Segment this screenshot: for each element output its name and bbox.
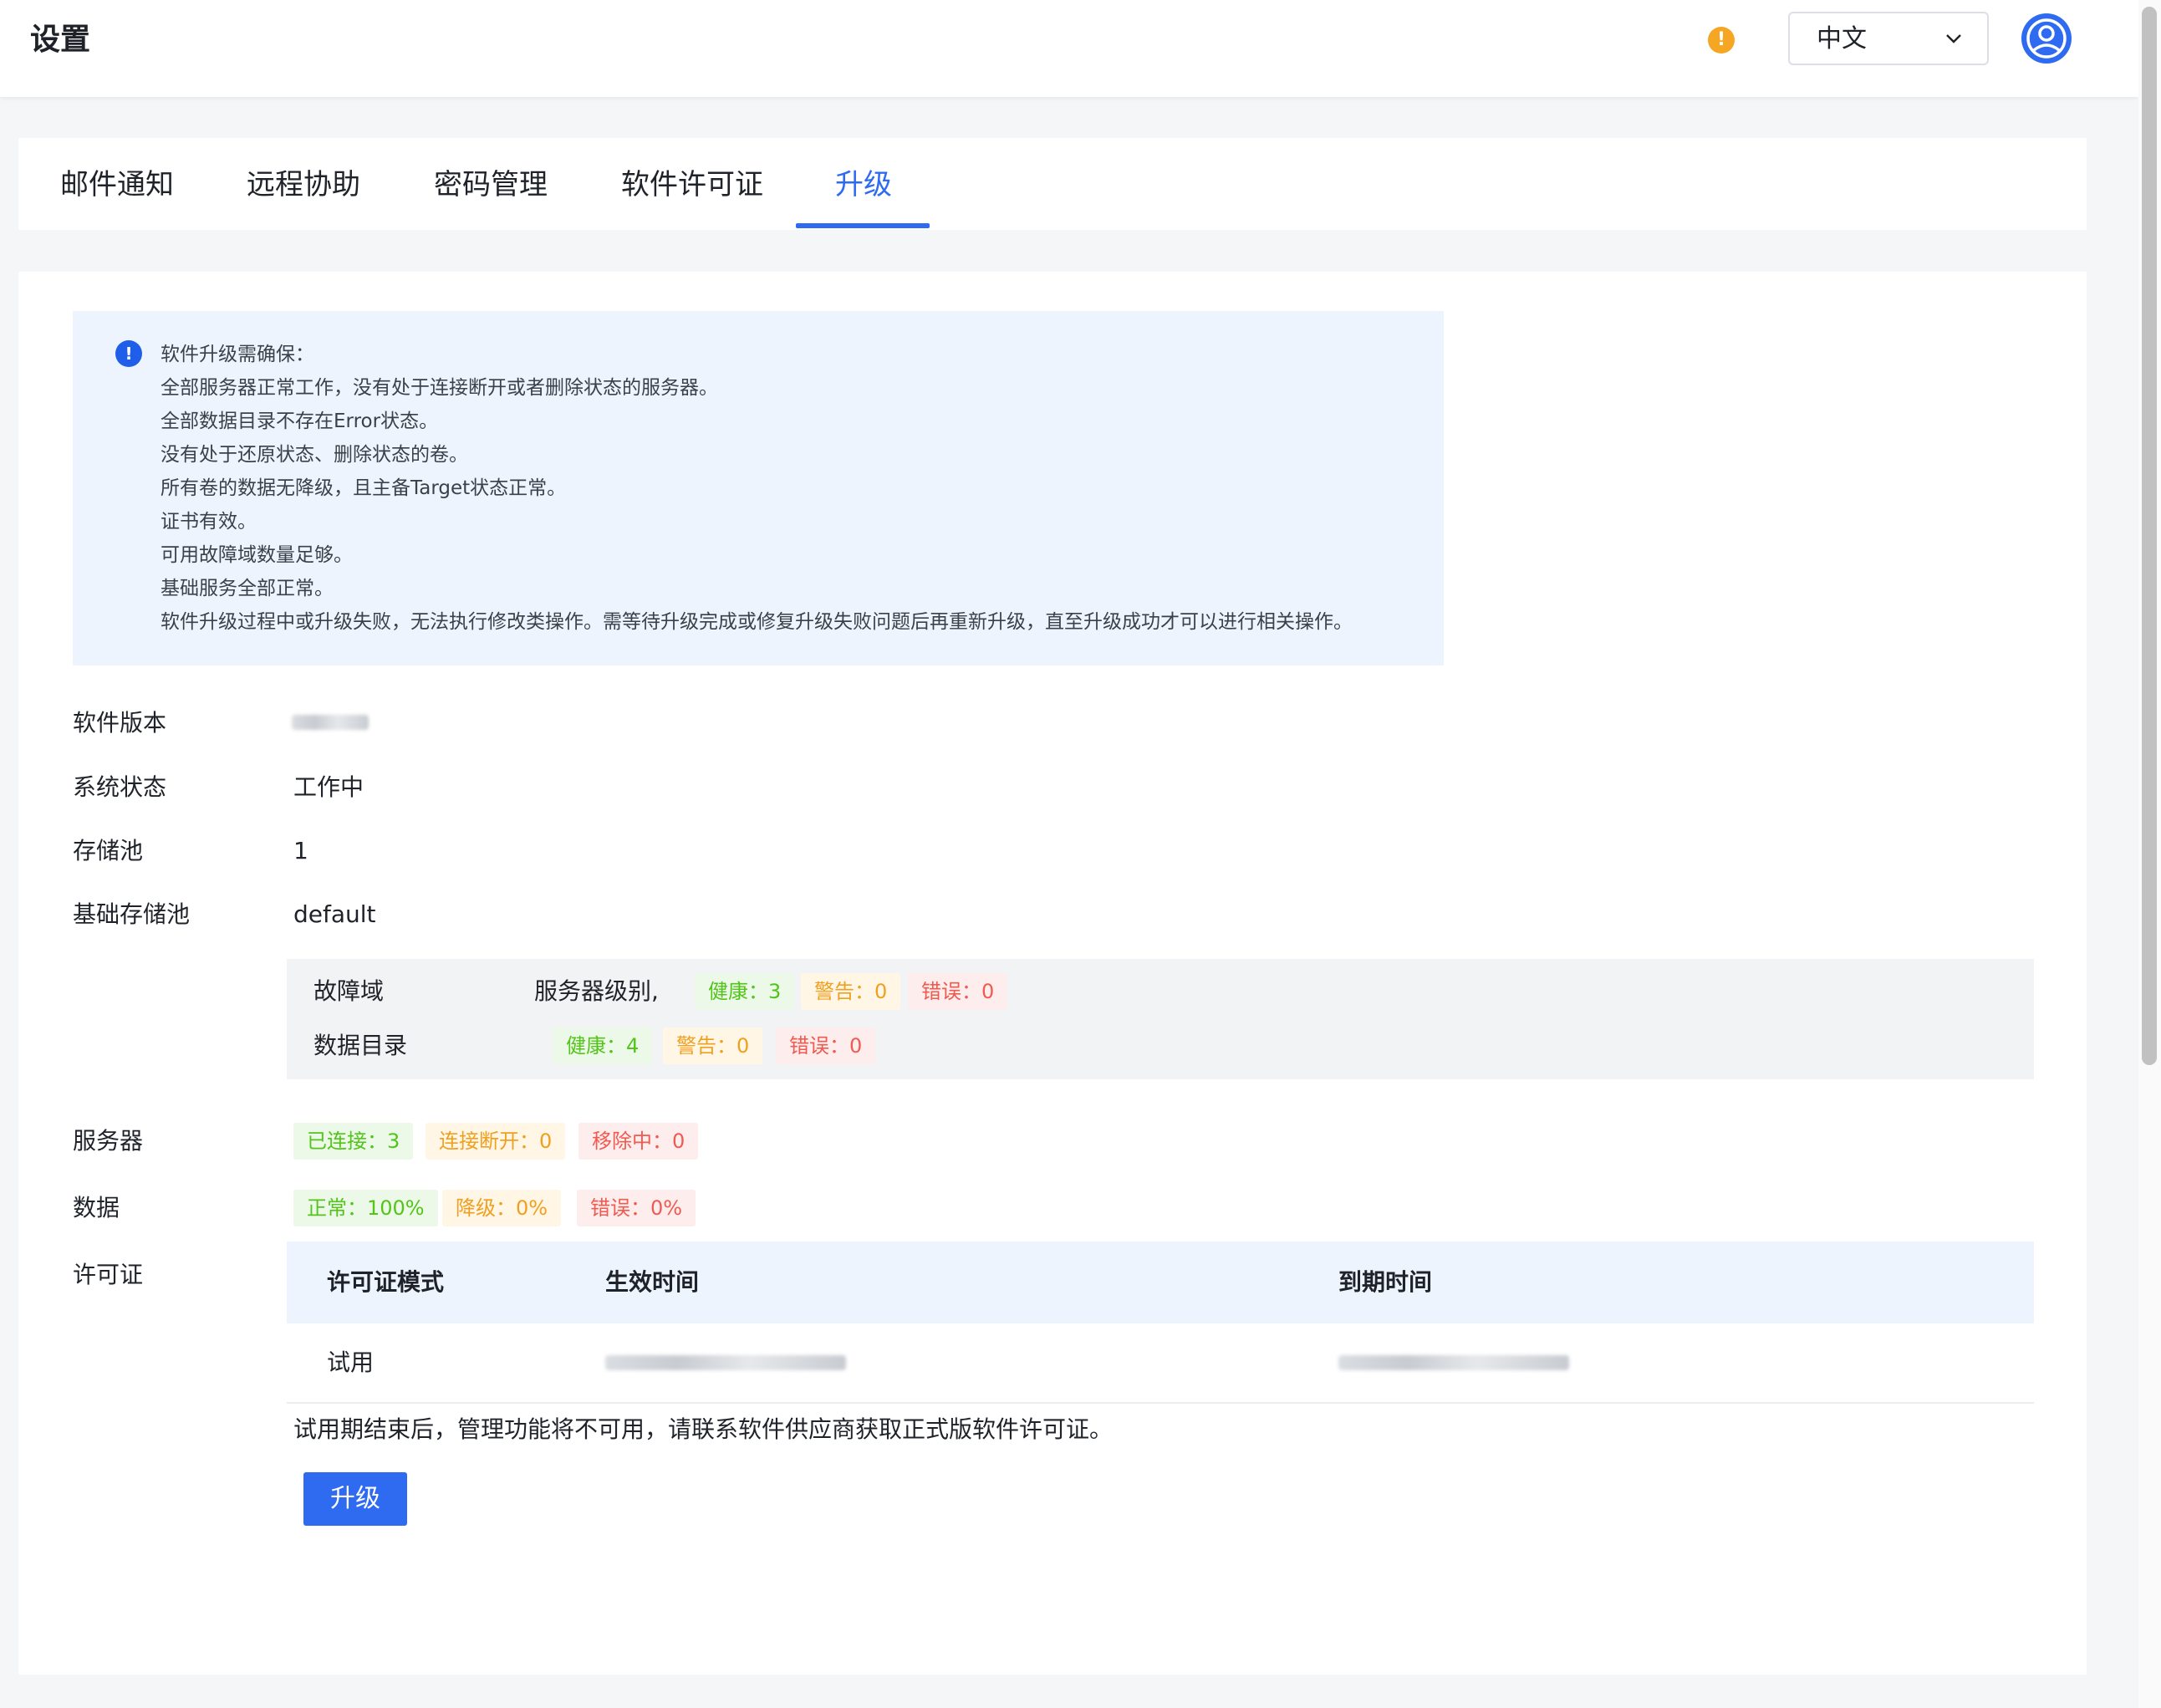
data-directory-label: 数据目录: [313, 1032, 408, 1059]
language-value: 中文: [1817, 24, 1867, 54]
notice-line: 所有卷的数据无降级，且主备Target状态正常。: [161, 477, 567, 499]
data-directory-healthy-badge: 健康：4: [553, 1027, 653, 1064]
license-mode-cell: 试用: [327, 1349, 375, 1376]
effective-time-redacted: [605, 1355, 846, 1370]
storage-pool-value: 1: [293, 837, 308, 864]
tab-email-notification[interactable]: 邮件通知: [60, 168, 174, 201]
servers-disconnected-badge: 连接断开：0: [426, 1123, 566, 1160]
base-pool-detail: 故障域 服务器级别, 健康：3 警告：0 错误：0 数据目录 健康：4 警告：0…: [287, 959, 2034, 1079]
top-header: 设置 ! 中文: [0, 0, 2138, 97]
upgrade-button[interactable]: 升级: [303, 1472, 407, 1526]
page-title: 设置: [30, 23, 91, 57]
upgrade-notice: ! 软件升级需确保： 全部服务器正常工作，没有处于连接断开或者删除状态的服务器。…: [73, 311, 1444, 665]
notice-line: 软件升级过程中或升级失败，无法执行修改类操作。需等待升级完成或修复升级失败问题后…: [161, 611, 1353, 633]
tab-software-license[interactable]: 软件许可证: [621, 168, 763, 201]
info-circle-icon: !: [115, 340, 142, 367]
notice-line: 可用故障域数量足够。: [161, 544, 353, 566]
notice-line: 基础服务全部正常。: [161, 578, 334, 599]
license-label: 许可证: [73, 1261, 144, 1288]
system-status-label: 系统状态: [73, 773, 167, 801]
tab-remote-assistance[interactable]: 远程协助: [247, 168, 360, 201]
language-select[interactable]: 中文: [1788, 12, 1989, 65]
storage-pool-label: 存储池: [73, 837, 144, 864]
column-effective-time: 生效时间: [605, 1268, 700, 1296]
software-version-label: 软件版本: [73, 709, 167, 737]
base-pool-value: default: [293, 900, 376, 928]
license-table: 许可证模式 生效时间 到期时间 试用: [287, 1241, 2034, 1404]
servers-connected-badge: 已连接：3: [293, 1123, 414, 1160]
active-tab-indicator: [796, 223, 930, 228]
tab-password-management[interactable]: 密码管理: [434, 168, 548, 201]
servers-removing-badge: 移除中：0: [578, 1123, 699, 1160]
table-row: 试用: [287, 1323, 2034, 1404]
notice-line: 证书有效。: [161, 511, 257, 533]
notice-lines: 软件升级需确保： 全部服务器正常工作，没有处于连接断开或者删除状态的服务器。 全…: [161, 338, 1353, 639]
system-status-value: 工作中: [293, 773, 364, 801]
fault-domain-level: 服务器级别,: [534, 977, 659, 1005]
user-icon: [2026, 18, 2067, 59]
upgrade-panel: ! 软件升级需确保： 全部服务器正常工作，没有处于连接断开或者删除状态的服务器。…: [18, 272, 2087, 1675]
data-normal-badge: 正常：100%: [293, 1190, 438, 1226]
scrollbar-thumb[interactable]: [2142, 7, 2157, 1065]
notice-line: 软件升级需确保：: [161, 344, 314, 365]
license-table-header: 许可证模式 生效时间 到期时间: [287, 1241, 2034, 1323]
data-degraded-badge: 降级：0%: [442, 1190, 562, 1226]
software-version-value-redacted: [292, 715, 369, 730]
base-pool-label: 基础存储池: [73, 900, 191, 928]
user-avatar-icon[interactable]: [2021, 13, 2072, 64]
notice-line: 全部数据目录不存在Error状态。: [161, 410, 439, 432]
data-label: 数据: [73, 1194, 120, 1221]
tabs-bar: 邮件通知 远程协助 密码管理 软件许可证 升级: [18, 138, 2087, 230]
expiry-time-redacted: [1338, 1355, 1569, 1370]
tab-upgrade[interactable]: 升级: [835, 168, 892, 201]
fault-domain-warning-badge: 警告：0: [801, 973, 901, 1010]
alert-icon[interactable]: !: [1708, 27, 1735, 54]
notice-line: 没有处于还原状态、删除状态的卷。: [161, 444, 468, 466]
column-license-mode: 许可证模式: [327, 1268, 445, 1296]
trial-note: 试用期结束后，管理功能将不可用，请联系软件供应商获取正式版软件许可证。: [293, 1415, 1114, 1443]
data-directory-error-badge: 错误：0: [776, 1027, 876, 1064]
fault-domain-error-badge: 错误：0: [908, 973, 1008, 1010]
chevron-down-icon: [1946, 34, 1961, 43]
data-directory-warning-badge: 警告：0: [663, 1027, 763, 1064]
servers-label: 服务器: [73, 1127, 144, 1155]
column-expiry-time: 到期时间: [1338, 1268, 1433, 1296]
notice-line: 全部服务器正常工作，没有处于连接断开或者删除状态的服务器。: [161, 377, 718, 399]
fault-domain-healthy-badge: 健康：3: [695, 973, 795, 1010]
fault-domain-label: 故障域: [313, 977, 385, 1005]
data-error-badge: 错误：0%: [577, 1190, 696, 1226]
